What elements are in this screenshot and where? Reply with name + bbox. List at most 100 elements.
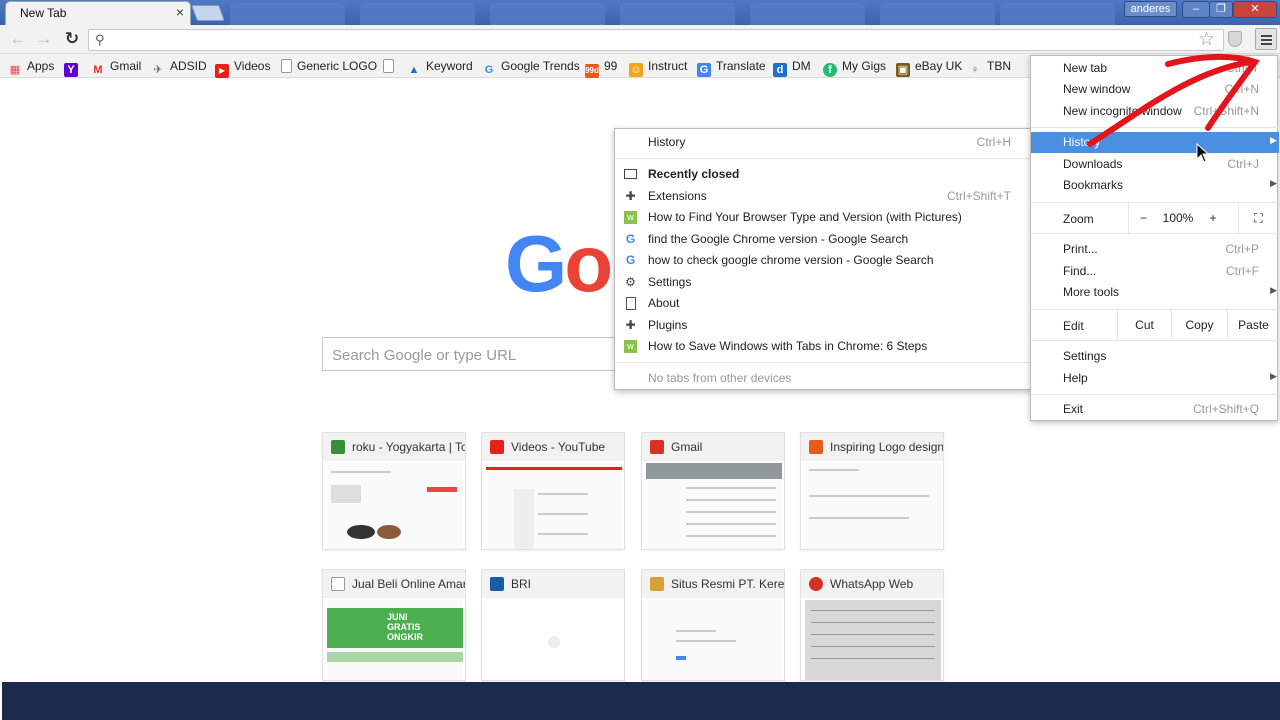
thumb-line [686,523,776,525]
bookmark-google-trends[interactable]: G Google Trends [482,58,580,76]
hamburger-line [1261,39,1272,41]
zoom-out-button[interactable]: − [1128,203,1158,233]
menu-item-bookmarks[interactable]: Bookmarks ▶ [1031,175,1279,196]
thumb-block [514,489,534,549]
chrome-menu-button[interactable] [1255,28,1277,50]
thumb-block [377,525,401,539]
wikihow-icon: w [624,211,637,224]
maximize-button[interactable]: ❐ [1209,1,1233,18]
paste-button[interactable]: Paste [1227,310,1279,340]
profile-button[interactable]: anderes [1124,1,1177,17]
most-visited-tile[interactable]: Jual Beli Online Amar JUNI GRATIS ONGKIR [322,569,466,681]
recent-item-google-search[interactable]: G how to check google chrome version - G… [615,250,1033,271]
bookmark-instruct[interactable]: ☺ Instruct [629,58,687,77]
menu-separator [1031,394,1279,395]
bookmark-adsid[interactable]: ✈ ADSID [151,58,206,76]
bookmark-apps[interactable]: ▦ Apps [8,58,55,76]
yahoo-icon: Y [64,63,78,77]
translate-icon: G [697,63,711,77]
bookmark-ebay-uk[interactable]: ▣ eBay UK [896,58,962,77]
thumb-line [538,513,588,515]
bookmark-dm[interactable]: d DM [773,58,811,77]
background-tab[interactable] [490,3,605,25]
menu-item-downloads[interactable]: Downloads Ctrl+J [1031,154,1279,175]
recent-item-settings[interactable]: ⚙ Settings [615,272,1033,293]
tile-thumbnail [486,600,622,680]
most-visited-tile[interactable]: BRI [481,569,625,681]
history-menu-item[interactable]: History Ctrl+H [615,132,1033,153]
background-tab[interactable] [880,3,995,25]
bookmark-generic-logo[interactable]: Generic LOGO [281,58,377,74]
thumb-line [676,630,716,632]
tab-title: New Tab [20,6,67,20]
tab-new-tab[interactable]: New Tab × [5,1,191,25]
most-visited-tile[interactable]: Situs Resmi PT. Kereta [641,569,785,681]
reload-button[interactable]: ↻ [62,30,82,50]
search-input[interactable]: Search Google or type URL [322,337,622,371]
bookmark-untitled[interactable] [383,58,399,74]
tile-title: BRI [511,577,532,591]
tile-thumbnail [805,463,941,549]
extension-shield-icon[interactable] [1228,31,1242,47]
bookmark-keyword[interactable]: ▲ Keyword [407,58,473,76]
copy-button[interactable]: Copy [1171,310,1227,340]
99d-icon: 99d [585,64,599,78]
fullscreen-icon[interactable]: ⛶ [1238,203,1278,233]
gmail-icon: M [93,64,103,76]
recent-item-google-search[interactable]: G find the Google Chrome version - Googl… [615,229,1033,250]
minimize-button[interactable]: – [1182,1,1210,18]
cut-button[interactable]: Cut [1117,310,1171,340]
new-tab-button[interactable] [191,5,225,21]
most-visited-tile[interactable]: Videos - YouTube [481,432,625,550]
recent-item-about[interactable]: About [615,293,1033,314]
puzzle-icon: ✚ [625,189,636,203]
bookmark-my-gigs[interactable]: f My Gigs [823,58,886,77]
menu-item-find[interactable]: Find... Ctrl+F [1031,261,1279,282]
hamburger-line [1261,35,1272,37]
menu-item-print[interactable]: Print... Ctrl+P [1031,239,1279,260]
background-tab[interactable] [750,3,865,25]
thumb-line [686,535,776,537]
bookmark-tbn[interactable]: ♀ TBN [968,58,1011,76]
recent-item-wikihow[interactable]: w How to Save Windows with Tabs in Chrom… [615,336,1033,357]
background-tab[interactable] [230,3,345,25]
dm-icon: d [773,63,787,77]
recent-item-plugins[interactable]: ✚ Plugins [615,315,1033,336]
tile-favicon-icon [331,440,345,454]
menu-separator [1031,233,1279,234]
menu-item-exit[interactable]: Exit Ctrl+Shift+Q [1031,399,1279,420]
menu-item-help[interactable]: Help ▶ [1031,368,1279,389]
zoom-in-button[interactable]: + [1198,203,1228,233]
recent-item-wikihow[interactable]: w How to Find Your Browser Type and Vers… [615,207,1033,228]
bookmark-star-icon[interactable]: ☆ [1198,28,1215,51]
recent-item-extensions[interactable]: ✚ Extensions Ctrl+Shift+T [615,186,1033,207]
bookmark-gmail[interactable]: M Gmail [91,58,141,76]
most-visited-tile[interactable]: Inspiring Logo design [800,432,944,550]
most-visited-tile[interactable]: roku - Yogyakarta | To [322,432,466,550]
background-tab[interactable] [1000,3,1115,25]
tile-title: Situs Resmi PT. Kereta [671,577,785,591]
google-icon: G [625,232,636,246]
thumb-line [809,495,929,497]
menu-item-settings[interactable]: Settings [1031,346,1279,367]
google-icon: G [484,64,494,76]
tab-close-icon[interactable]: × [176,4,184,20]
youtube-icon: ▶ [215,64,229,78]
menu-item-more-tools[interactable]: More tools ▶ [1031,282,1279,303]
tile-thumbnail [646,463,782,549]
address-bar[interactable]: ⚲ [88,29,1224,51]
tile-favicon-icon [331,577,345,591]
most-visited-tile[interactable]: Gmail [641,432,785,550]
bookmark-videos[interactable]: ▶ Videos [215,58,270,78]
bookmark-yahoo[interactable]: Y [64,58,83,77]
back-button[interactable]: ← [8,30,28,50]
tile-thumbnail: JUNI GRATIS ONGKIR [327,600,463,680]
window-icon [624,169,637,179]
bookmark-translate[interactable]: G Translate [697,58,766,77]
bookmark-99[interactable]: 99d 99 [585,58,617,78]
background-tab[interactable] [360,3,475,25]
most-visited-tile[interactable]: WhatsApp Web [800,569,944,681]
background-tab[interactable] [620,3,735,25]
close-window-button[interactable]: ✕ [1233,1,1277,18]
forward-button[interactable]: → [34,30,54,50]
